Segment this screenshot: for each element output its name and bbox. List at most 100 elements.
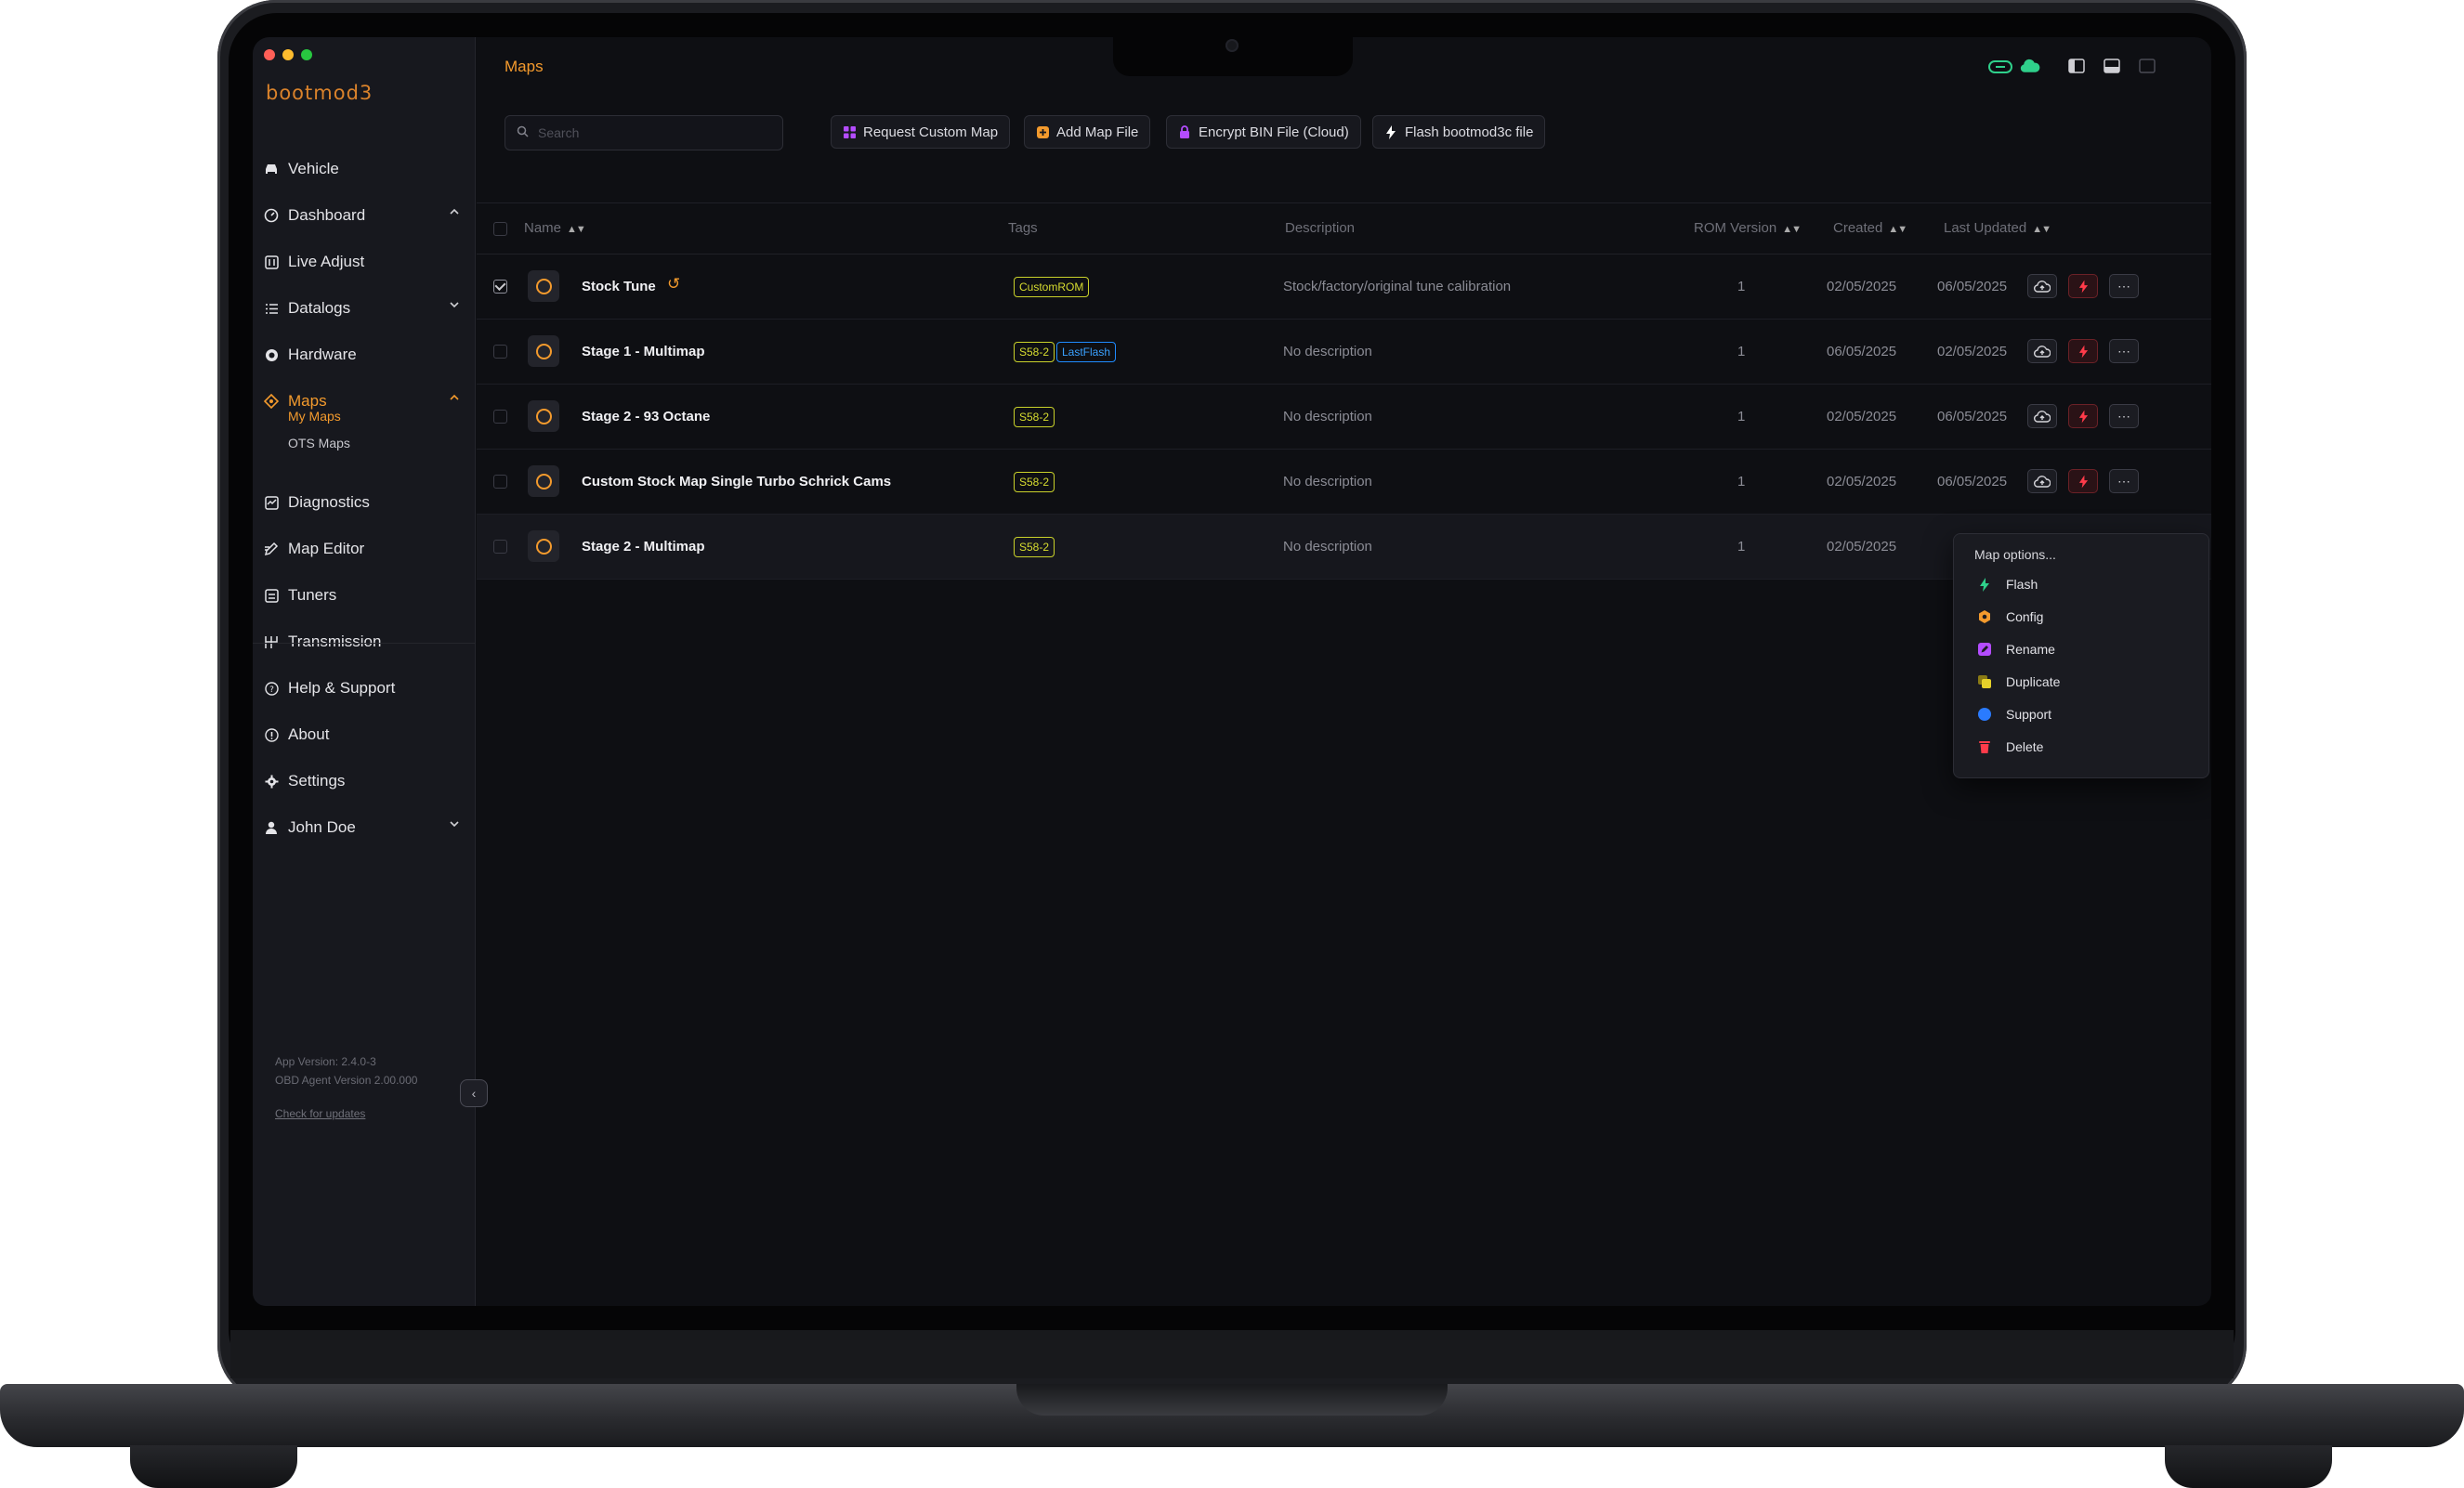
sidebar-subitem-ots-maps[interactable]: OTS Maps <box>288 436 350 450</box>
table-row[interactable]: Stock Tune ↺ CustomROM Stock/factory/ori… <box>477 255 2211 320</box>
sidebar-item-user[interactable]: John Doe <box>253 806 476 849</box>
more-options-button[interactable]: ⋯ <box>2109 339 2139 363</box>
sidebar-item-live-adjust[interactable]: Live Adjust <box>253 241 476 283</box>
more-options-button[interactable]: ⋯ <box>2109 274 2139 298</box>
car-icon <box>264 162 279 176</box>
sidebar-subitem-my-maps[interactable]: My Maps <box>288 409 341 424</box>
zoom-window-button[interactable] <box>301 49 312 60</box>
sidebar-item-map-editor[interactable]: Map Editor <box>253 528 476 570</box>
plus-square-icon <box>1036 125 1049 138</box>
column-header-created[interactable]: Created ▲▼ <box>1833 220 1907 236</box>
flash-map-button[interactable] <box>2068 339 2098 363</box>
support-icon <box>1978 708 1991 721</box>
map-name: Stock Tune <box>582 279 656 294</box>
close-window-button[interactable] <box>264 49 275 60</box>
sidebar-item-help-support[interactable]: ? Help & Support <box>253 667 476 710</box>
menu-item-support[interactable]: Support <box>1967 698 2197 730</box>
row-checkbox[interactable] <box>493 280 507 294</box>
column-header-rom-version[interactable]: ROM Version ▲▼ <box>1694 220 1802 236</box>
more-options-button[interactable]: ⋯ <box>2109 469 2139 493</box>
list-icon <box>264 301 279 316</box>
flash-map-button[interactable] <box>2068 404 2098 428</box>
column-header-last-updated[interactable]: Last Updated ▲▼ <box>1944 220 2051 236</box>
layout-panel-icon[interactable] <box>2137 56 2157 76</box>
flash-bootmod3c-file-button[interactable]: Flash bootmod3c file <box>1372 115 1546 149</box>
rom-version: 1 <box>1737 409 1746 424</box>
add-map-file-button[interactable]: Add Map File <box>1024 115 1151 149</box>
cloud-upload-icon <box>2034 345 2051 358</box>
select-all-checkbox[interactable] <box>493 222 507 236</box>
app-window: bootmod3 Vehicle Dashboard Live Adjust D… <box>253 37 2211 1306</box>
menu-item-rename[interactable]: Rename <box>1967 633 2197 665</box>
table-row[interactable]: Stage 1 - Multimap S58-2 LastFlash No de… <box>477 320 2211 385</box>
flash-map-button[interactable] <box>2068 469 2098 493</box>
sidebar-item-dashboard[interactable]: Dashboard <box>253 194 476 237</box>
sidebar-divider <box>253 643 476 644</box>
map-description: Stock/factory/original tune calibration <box>1283 279 1512 294</box>
layout-sidebar-icon[interactable] <box>2066 56 2087 76</box>
request-custom-map-button[interactable]: Request Custom Map <box>831 115 1011 149</box>
check-updates-link[interactable]: Check for updates <box>275 1107 365 1120</box>
history-icon[interactable]: ↺ <box>667 275 680 294</box>
sidebar-item-settings[interactable]: Settings <box>253 760 476 803</box>
row-checkbox[interactable] <box>493 410 507 424</box>
menu-item-flash[interactable]: Flash <box>1967 568 2197 600</box>
chevron-down-icon <box>450 302 459 308</box>
cloud-upload-button[interactable] <box>2027 274 2057 298</box>
created-date: 02/05/2025 <box>1827 539 1897 555</box>
cloud-upload-button[interactable] <box>2027 339 2057 363</box>
created-date: 02/05/2025 <box>1827 409 1897 424</box>
sidebar-item-tuners[interactable]: Tuners <box>253 574 476 617</box>
sidebar-item-vehicle[interactable]: Vehicle <box>253 148 476 190</box>
menu-item-delete[interactable]: Delete <box>1967 731 2197 763</box>
table-row[interactable]: Stage 2 - 93 Octane S58-2 No description… <box>477 385 2211 450</box>
table-row[interactable]: Custom Stock Map Single Turbo Schrick Ca… <box>477 450 2211 515</box>
updated-date: 06/05/2025 <box>1937 474 2008 489</box>
menu-item-duplicate[interactable]: Duplicate <box>1967 666 2197 698</box>
chevron-up-icon <box>450 394 459 400</box>
more-options-button[interactable]: ⋯ <box>2109 404 2139 428</box>
search-input[interactable] <box>538 125 761 140</box>
table-row[interactable]: Stage 2 - Multimap S58-2 No description … <box>477 515 2211 580</box>
minimize-window-button[interactable] <box>282 49 294 60</box>
sidebar-item-datalogs[interactable]: Datalogs <box>253 287 476 330</box>
diagnostics-icon <box>264 495 279 510</box>
pencil-icon <box>1978 643 1991 656</box>
sidebar-item-label: Hardware <box>288 346 357 363</box>
grid-icon <box>843 125 856 138</box>
updated-date: 06/05/2025 <box>1937 409 2008 424</box>
tuners-icon <box>264 588 279 603</box>
ellipsis-icon: ⋯ <box>2117 343 2130 359</box>
ellipsis-icon: ⋯ <box>2117 278 2130 294</box>
connection-status-icon[interactable] <box>1988 60 2012 73</box>
map-name: Custom Stock Map Single Turbo Schrick Ca… <box>582 474 892 489</box>
map-description: No description <box>1283 409 1372 424</box>
layout-bottom-icon[interactable] <box>2102 56 2122 76</box>
sliders-icon <box>264 255 279 269</box>
row-checkbox[interactable] <box>493 345 507 359</box>
encrypt-bin-file-button[interactable]: Encrypt BIN File (Cloud) <box>1166 115 1361 149</box>
column-header-description: Description <box>1285 220 1356 236</box>
laptop-foot-left <box>130 1445 297 1488</box>
edit-icon <box>264 542 279 556</box>
sidebar-item-maps[interactable]: Maps <box>253 380 476 423</box>
cloud-icon[interactable] <box>2020 56 2040 76</box>
row-checkbox[interactable] <box>493 540 507 554</box>
tag-badge: S58-2 <box>1014 537 1055 557</box>
chip-icon <box>264 347 279 362</box>
flash-map-button[interactable] <box>2068 274 2098 298</box>
cloud-upload-button[interactable] <box>2027 404 2057 428</box>
map-icon <box>264 394 279 409</box>
cloud-upload-icon <box>2034 410 2051 423</box>
menu-item-config[interactable]: Config <box>1967 601 2197 633</box>
bolt-icon <box>2078 410 2088 423</box>
sidebar-item-diagnostics[interactable]: Diagnostics <box>253 481 476 524</box>
cloud-upload-button[interactable] <box>2027 469 2057 493</box>
sidebar-item-hardware[interactable]: Hardware <box>253 333 476 376</box>
map-options-menu: Map options... Flash Config Rename Dupli… <box>1953 533 2209 778</box>
sidebar-item-transmission[interactable]: Transmission <box>253 620 476 663</box>
row-checkbox[interactable] <box>493 475 507 489</box>
column-header-name[interactable]: Name ▲▼ <box>524 220 586 236</box>
sidebar-item-about[interactable]: About <box>253 713 476 756</box>
bolt-icon <box>2078 475 2088 488</box>
